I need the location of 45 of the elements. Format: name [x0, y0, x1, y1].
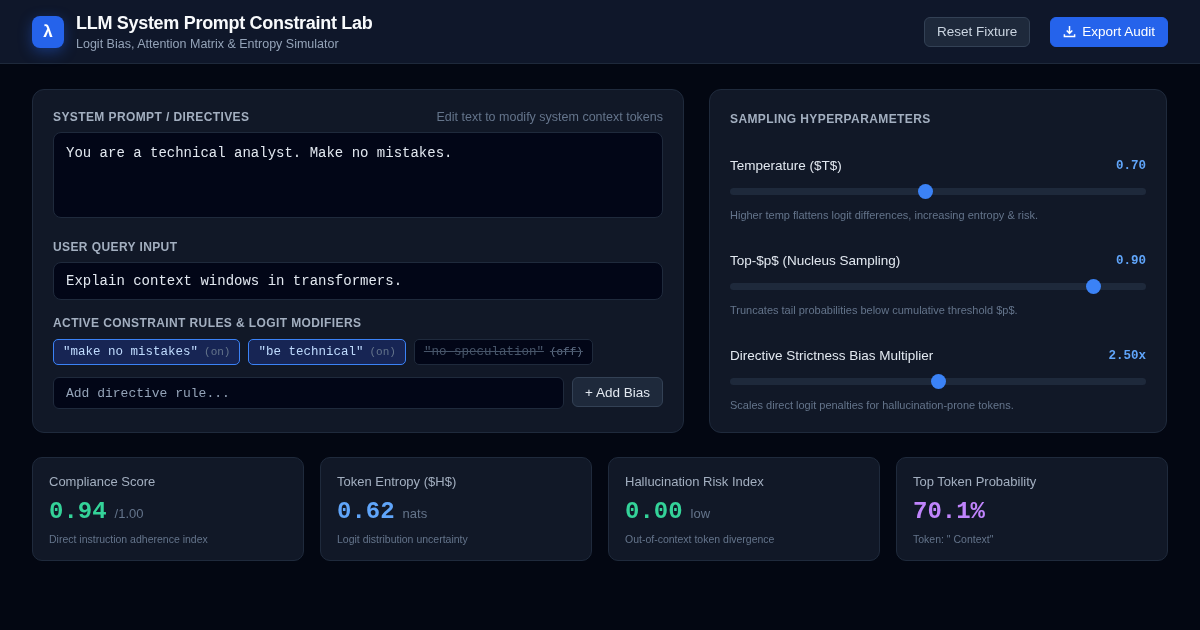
slider-hint: Scales direct logit penalties for hallucination-prone tokens. — [730, 399, 1015, 411]
slider-thumb[interactable] — [918, 184, 933, 199]
app-title: LLM System Prompt Constraint Lab — [76, 12, 374, 34]
section-label: ACTIVE CONSTRAINT RULES & LOGIT MODIFIERS — [53, 316, 363, 330]
metric-label: Top Token Probability — [913, 474, 1038, 489]
slider-hint: Truncates tail probabilities below cumulative threshold $p$. — [730, 304, 1019, 316]
metric-unit: nats — [402, 506, 428, 521]
metric-value: 0.94 — [49, 498, 107, 525]
metric-description: Direct instruction adherence index — [49, 533, 209, 545]
slider-label: Temperature ($T$) — [730, 158, 842, 173]
slider-label: Top-$p$ (Nucleus Sampling) — [730, 253, 901, 268]
add-bias-button[interactable]: + Add Bias — [572, 377, 663, 407]
metric-unit: low — [690, 506, 711, 521]
rule-chip[interactable]: "no speculation" (off) — [413, 339, 593, 365]
metric-label: Compliance Score — [49, 474, 157, 489]
slider-thumb[interactable] — [930, 374, 946, 389]
slider-hint: Higher temp flattens logit differences, increasing entropy & risk. — [730, 209, 1039, 221]
app-logo: λ — [32, 15, 64, 48]
metric-value: 70.1% — [913, 498, 985, 525]
section-label: USER QUERY INPUT — [53, 240, 179, 254]
section-label: SYSTEM PROMPT / DIRECTIVES — [53, 110, 250, 124]
slider-reading: 0.70 — [1116, 158, 1146, 173]
section-label: SAMPLING HYPERPARAMETERS — [730, 112, 932, 126]
slider-reading: 2.50x — [1108, 348, 1146, 363]
slider-label: Directive Strictness Bias Multiplier — [730, 348, 934, 363]
metric-value: 0.00 — [625, 498, 683, 525]
reset-button[interactable]: Reset Fixture — [923, 16, 1031, 47]
metric-unit: /1.00 — [114, 506, 144, 521]
rule-input[interactable]: Add directive rule... — [53, 377, 565, 409]
slider-reading: 0.90 — [1116, 253, 1146, 268]
metric-label: Hallucination Risk Index — [625, 474, 765, 489]
query-field[interactable]: Explain context windows in transformers. — [53, 262, 663, 300]
metric-description: Token: " Context" — [913, 533, 995, 545]
metric-label: Token Entropy ($H$) — [337, 474, 458, 489]
slider-thumb[interactable] — [1085, 279, 1101, 294]
rule-chip[interactable]: "make no mistakes" (on) — [53, 339, 241, 365]
rule-chip[interactable]: "be technical" (on) — [248, 339, 406, 365]
metric-description: Out-of-context token divergence — [625, 533, 776, 545]
app-subtitle: Logit Bias, Attention Matrix & Entropy Simulator — [76, 36, 340, 51]
export-button[interactable]: Export Audit — [1050, 16, 1168, 47]
metric-description: Logit distribution uncertainty — [337, 533, 469, 545]
system-prompt-field[interactable]: You are a technical analyst. Make no mistakes. — [53, 132, 663, 218]
download-icon — [1063, 25, 1077, 38]
section-hint: Edit text to modify system context tokens — [436, 110, 663, 124]
metric-value: 0.62 — [337, 498, 395, 525]
